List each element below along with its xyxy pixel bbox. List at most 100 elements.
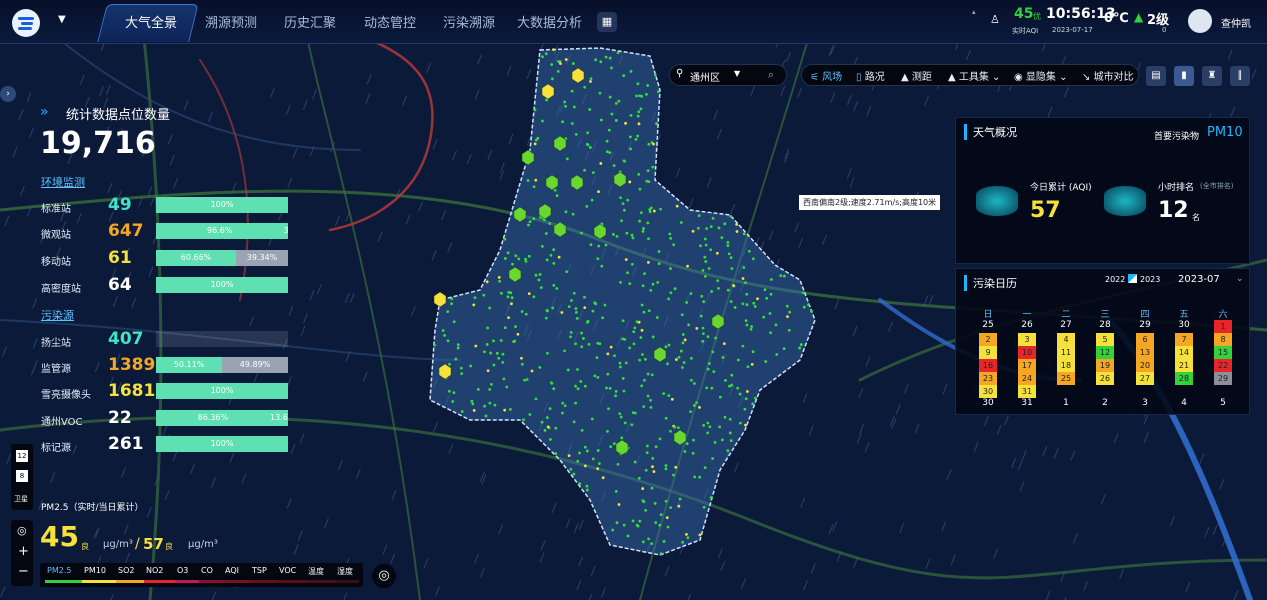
locate-icon[interactable]: ◎ (17, 524, 27, 537)
stats-total: 19,716 (40, 126, 156, 161)
signal-icon[interactable]: ∥ (1230, 66, 1250, 86)
stat-value: 647 (108, 221, 144, 241)
calendar-day-cell[interactable]: 20 (1136, 359, 1154, 372)
pollutant-tab[interactable]: VOC (279, 566, 296, 575)
pollution-section-title[interactable]: 污染源 (41, 307, 74, 323)
calendar-day-cell[interactable]: 7 (1175, 333, 1193, 346)
tab-history[interactable]: 历史汇聚 (284, 12, 336, 31)
pollutant-tab[interactable]: PM10 (84, 566, 106, 575)
city-compare-tool[interactable]: ↘ 城市对比 (1082, 68, 1134, 83)
layer-satellite[interactable]: 卫星 (14, 494, 28, 504)
avatar[interactable] (1188, 9, 1212, 33)
calendar-day-cell[interactable]: 23 (979, 372, 997, 385)
stat-bar: 86.36%13.64% (156, 410, 288, 426)
chevron-down-icon[interactable]: ▼ (734, 69, 740, 78)
pm-realtime: 45 (40, 520, 79, 553)
spiral-icon[interactable]: ◎ (372, 564, 396, 588)
calendar-day-next: 30 (982, 398, 994, 408)
zoom-in-icon[interactable]: + (18, 544, 29, 559)
calendar-day-cell[interactable]: 30 (979, 385, 997, 398)
calendar-day-cell[interactable]: 11 (1057, 346, 1075, 359)
stat-label: 高密度站 (41, 284, 81, 295)
month-select[interactable]: 2023-07 (1178, 274, 1220, 285)
pollutant-tab[interactable]: PM2.5 (47, 566, 71, 575)
calendar-day-cell[interactable]: 14 (1175, 346, 1193, 359)
calendar-day-cell[interactable]: 22 (1214, 359, 1232, 372)
year-to[interactable]: 2023 (1140, 275, 1160, 284)
tab-big-data[interactable]: 大数据分析 (517, 12, 582, 31)
traffic-tool[interactable]: ▯ 路况 (856, 68, 885, 83)
zoom-out-icon[interactable]: − (18, 564, 29, 579)
stat-bar-secondary: 39.34% (236, 250, 288, 266)
collapse-icon[interactable]: ▴ (972, 8, 976, 16)
alarm-icon[interactable]: ♜ (1202, 66, 1222, 86)
rank-unit: 名 (1192, 213, 1200, 222)
tab-dynamic-control[interactable]: 动态管控 (364, 12, 416, 31)
stat-value: 1389 (108, 355, 156, 375)
stat-value: 407 (108, 329, 144, 349)
pollutant-tab[interactable]: CO (201, 566, 213, 575)
calendar-day-cell[interactable]: 1 (1214, 320, 1232, 333)
year-from[interactable]: 2022 (1105, 275, 1125, 284)
calendar-day-cell[interactable]: 18 (1057, 359, 1075, 372)
calendar-day-prev: 26 (1021, 320, 1033, 330)
calendar-day-cell[interactable]: 17 (1018, 359, 1036, 372)
tab-trace-forecast[interactable]: 溯源预测 (205, 12, 257, 31)
pollutant-tab[interactable]: 温度 (308, 566, 324, 577)
stat-value: 49 (108, 195, 132, 215)
calendar-day-cell[interactable]: 19 (1096, 359, 1114, 372)
toolset-menu[interactable]: ▲ 工具集 ⌄ (948, 68, 1000, 83)
layer-8[interactable]: 8 (16, 470, 28, 482)
year-switch-icon[interactable] (1128, 274, 1137, 283)
layer-12[interactable]: 12 (16, 450, 28, 462)
visibility-menu[interactable]: ◉ 显隐集 ⌄ (1014, 68, 1067, 83)
calendar-day-cell[interactable]: 16 (979, 359, 997, 372)
calendar-day-cell[interactable]: 29 (1214, 372, 1232, 385)
calendar-day-next: 31 (1021, 398, 1033, 408)
grid-icon[interactable]: ▦ (597, 12, 617, 32)
calendar-day-cell[interactable]: 5 (1096, 333, 1114, 346)
calendar-day-cell[interactable]: 10 (1018, 346, 1036, 359)
search-icon[interactable]: ⌕ (768, 68, 774, 82)
calendar-day-cell[interactable]: 21 (1175, 359, 1193, 372)
calendar-day-cell[interactable]: 24 (1018, 372, 1036, 385)
username[interactable]: 查仲凯 (1221, 15, 1251, 30)
tab-pollution-trace[interactable]: 污染溯源 (443, 12, 495, 31)
calendar-day-cell[interactable]: 4 (1057, 333, 1075, 346)
district-select-value[interactable]: 通州区 (690, 69, 720, 84)
calendar-day-cell[interactable]: 6 (1136, 333, 1154, 346)
pollutant-tab[interactable]: SO2 (118, 566, 134, 575)
measure-tool[interactable]: ▲ 测距 (901, 68, 932, 83)
calendar-day-cell[interactable]: 25 (1057, 372, 1075, 385)
toolbox-icon: ▲ (948, 72, 959, 83)
collapse-left-icon[interactable]: › (0, 86, 16, 102)
calendar-day-cell[interactable]: 27 (1136, 372, 1154, 385)
tab-atmosphere[interactable]: 大气全景 (125, 12, 177, 31)
calendar-day-next: 4 (1181, 398, 1187, 408)
chart-icon[interactable]: ▮ (1174, 66, 1194, 86)
pollutant-tab[interactable]: NO2 (146, 566, 163, 575)
calendar-day-cell[interactable]: 31 (1018, 385, 1036, 398)
calendar-day-cell[interactable]: 26 (1096, 372, 1114, 385)
calendar-day-cell[interactable]: 3 (1018, 333, 1036, 346)
menu-caret-icon[interactable]: ▼ (58, 14, 66, 25)
layers-icon[interactable]: ▤ (1146, 66, 1166, 86)
stat-bar (156, 331, 288, 347)
env-section-title[interactable]: 环境监测 (41, 174, 85, 190)
pollutant-tab[interactable]: AQI (225, 566, 239, 575)
month-chevron-icon[interactable]: ⌄ (1236, 274, 1244, 284)
wind-field-tool[interactable]: ⚟ 风场 (810, 68, 842, 83)
pollutant-tab[interactable]: TSP (252, 566, 267, 575)
pollutant-scale-segment (82, 580, 116, 583)
calendar-day-cell[interactable]: 13 (1136, 346, 1154, 359)
calendar-day-cell[interactable]: 2 (979, 333, 997, 346)
calendar-day-cell[interactable]: 15 (1214, 346, 1232, 359)
pollutant-tab[interactable]: O3 (177, 566, 188, 575)
calendar-day-cell[interactable]: 28 (1175, 372, 1193, 385)
calendar-day-cell[interactable]: 9 (979, 346, 997, 359)
pollutant-scale-segment (116, 580, 144, 583)
calendar-day-cell[interactable]: 8 (1214, 333, 1232, 346)
calendar-day-cell[interactable]: 12 (1096, 346, 1114, 359)
stat-bar-primary: 86.36% (156, 410, 270, 426)
pollutant-tab[interactable]: 湿度 (337, 566, 353, 577)
